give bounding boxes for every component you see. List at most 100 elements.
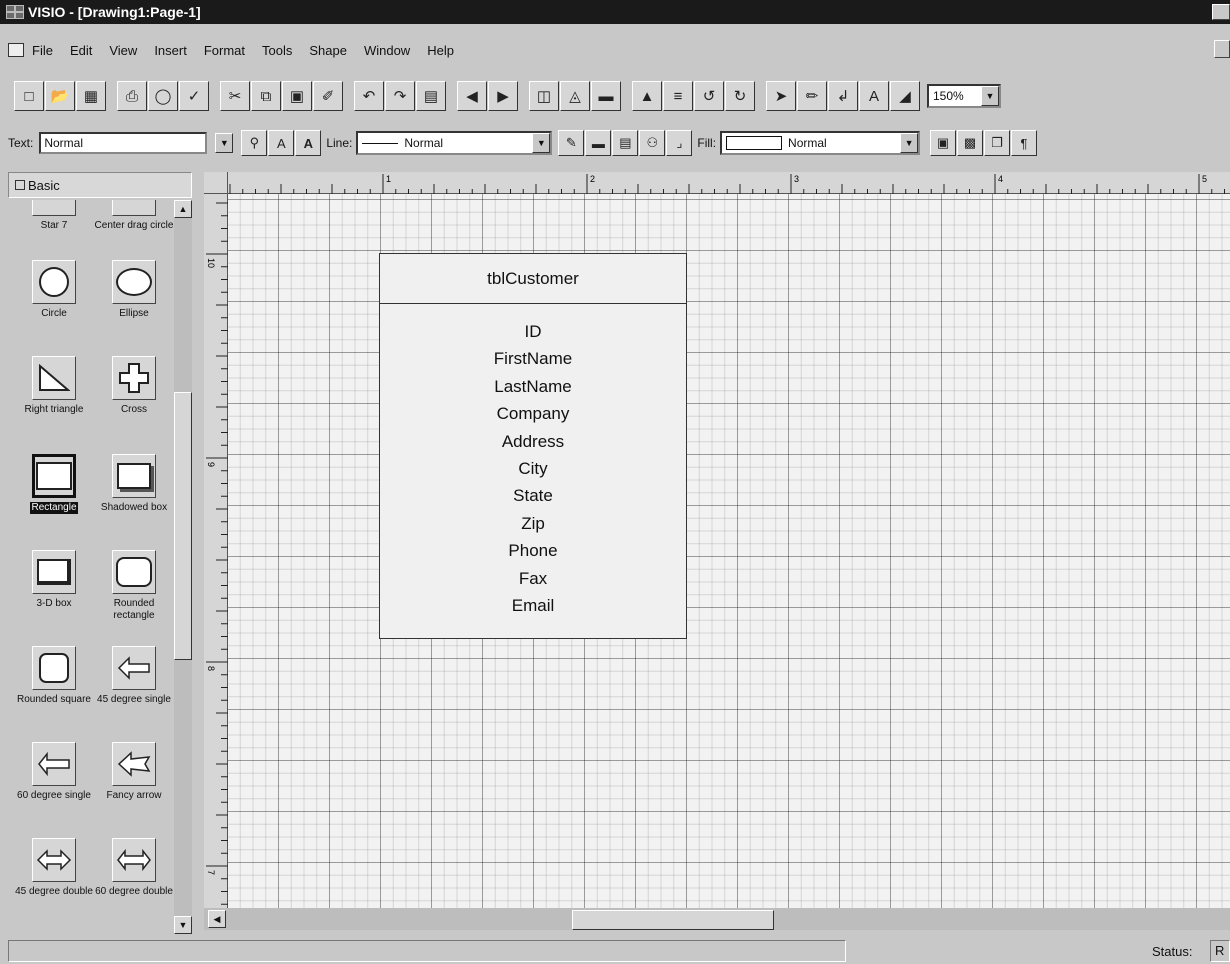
stencil-shape-center-drag-circle[interactable]: Center drag circle xyxy=(92,200,176,232)
stencil-shape-60-degree-double[interactable]: 60 degree double xyxy=(92,838,176,898)
ellipse-icon xyxy=(112,260,156,304)
ungroup-icon[interactable]: ◬ xyxy=(560,81,590,111)
menu-tools[interactable]: Tools xyxy=(260,42,294,59)
text-tool-icon[interactable]: A xyxy=(859,81,889,111)
scroll-up-icon[interactable]: ▲ xyxy=(174,200,192,218)
3d-box-icon xyxy=(32,550,76,594)
ruler-corner[interactable] xyxy=(204,172,228,194)
stencil-shape-60-degree-single[interactable]: 60 degree single xyxy=(12,742,96,802)
double-arrow-icon xyxy=(32,838,76,882)
stencil-shape-cross[interactable]: Cross xyxy=(92,356,176,416)
drawing-canvas[interactable]: tblCustomer ID FirstName LastName Compan… xyxy=(228,194,1230,908)
stencil-title[interactable]: Basic xyxy=(8,172,192,198)
star-icon: ✪ xyxy=(32,200,76,216)
undo-icon[interactable]: ↶ xyxy=(354,81,384,111)
print-preview-icon[interactable]: ◯ xyxy=(148,81,178,111)
right-triangle-icon xyxy=(32,356,76,400)
horizontal-scroll-thumb[interactable] xyxy=(572,910,774,930)
stencil-shape-rounded-rectangle[interactable]: Rounded rectangle xyxy=(92,550,176,622)
stencil-scrollbar[interactable]: ▲ ▼ xyxy=(174,200,192,934)
table-field: City xyxy=(518,459,548,479)
rotate-left-icon[interactable]: ↺ xyxy=(694,81,724,111)
menu-insert[interactable]: Insert xyxy=(152,42,189,59)
fill-pattern-icon[interactable]: ▩ xyxy=(957,130,984,156)
chevron-down-icon[interactable]: ▼ xyxy=(900,133,919,153)
flip-horizontal-icon[interactable]: ▲ xyxy=(632,81,662,111)
stencil-shape-ellipse[interactable]: Ellipse xyxy=(92,260,176,320)
stencil-scroll-thumb[interactable] xyxy=(174,392,192,660)
stencil-shape-label: 45 degree single xyxy=(97,694,171,705)
menu-format[interactable]: Format xyxy=(202,42,247,59)
format-painter-icon[interactable]: ✐ xyxy=(313,81,343,111)
decrease-font-icon[interactable]: A xyxy=(295,130,322,156)
stencil-shape-shadowed-box[interactable]: Shadowed box xyxy=(92,454,176,514)
stencil-shape-45-degree-single[interactable]: 45 degree single xyxy=(92,646,176,706)
table-shape-tblcustomer[interactable]: tblCustomer ID FirstName LastName Compan… xyxy=(379,253,687,639)
stencil-shape-rounded-square[interactable]: Rounded square xyxy=(12,646,96,706)
shadow-icon[interactable]: ❐ xyxy=(984,130,1011,156)
rounded-rectangle-icon xyxy=(112,550,156,594)
bring-to-front-icon[interactable]: ▬ xyxy=(591,81,621,111)
pointer-tool-icon[interactable]: ➤ xyxy=(766,81,796,111)
chevron-down-icon[interactable]: ▼ xyxy=(981,86,999,106)
text-format-icon[interactable]: ¶ xyxy=(1011,130,1038,156)
stencil-shape-3d-box[interactable]: 3-D box xyxy=(12,550,96,610)
stencil-shape-star-7[interactable]: ✪ Star 7 xyxy=(12,200,96,232)
stencil-shape-right-triangle[interactable]: Right triangle xyxy=(12,356,96,416)
redo-icon[interactable]: ↷ xyxy=(385,81,415,111)
stencil-shape-circle[interactable]: Circle xyxy=(12,260,96,320)
document-minimize-button[interactable] xyxy=(1214,40,1230,58)
corner-rounding-icon[interactable]: ⌟ xyxy=(666,130,693,156)
table-field: Zip xyxy=(521,513,545,533)
scroll-left-icon[interactable]: ◀ xyxy=(208,910,226,928)
menu-window[interactable]: Window xyxy=(362,42,412,59)
line-weight-icon[interactable]: ▬ xyxy=(585,130,612,156)
increase-font-icon[interactable]: A xyxy=(268,130,295,156)
menu-file[interactable]: File xyxy=(30,42,55,59)
line-style-select[interactable]: Normal ▼ xyxy=(356,131,553,155)
standard-toolbar: □ 📂 ▦ ⎙ ◯ ✓ ✂ ⧉ ▣ ✐ ↶ ↷ ▤ ◀ ▶ ◫ ◬ ▬ ▲ ≡ … xyxy=(0,78,1230,114)
title-bar: VISIO - [Drawing1:Page-1] xyxy=(0,0,1230,24)
chevron-down-icon[interactable]: ▼ xyxy=(532,133,551,153)
menu-edit[interactable]: Edit xyxy=(68,42,94,59)
line-pattern-icon[interactable]: ▤ xyxy=(612,130,639,156)
menu-shape[interactable]: Shape xyxy=(307,42,349,59)
text-style-select[interactable]: Normal ▼ xyxy=(37,131,234,155)
copy-icon[interactable]: ⧉ xyxy=(251,81,281,111)
insert-page-icon[interactable]: ▤ xyxy=(416,81,446,111)
stencil-shape-fancy-arrow[interactable]: Fancy arrow xyxy=(92,742,176,802)
line-color-icon[interactable]: ✎ xyxy=(558,130,585,156)
new-icon[interactable]: □ xyxy=(14,81,44,111)
spelling-icon[interactable]: ✓ xyxy=(179,81,209,111)
rotate-right-icon[interactable]: ↻ xyxy=(725,81,755,111)
stencil-shape-label: Star 7 xyxy=(40,220,68,231)
zoom-select[interactable]: 150% ▼ xyxy=(927,84,1001,108)
fill-style-select[interactable]: Normal ▼ xyxy=(720,131,921,155)
next-page-icon[interactable]: ▶ xyxy=(488,81,518,111)
open-icon[interactable]: 📂 xyxy=(45,81,75,111)
print-icon[interactable]: ⎙ xyxy=(117,81,147,111)
text-block-icon[interactable]: ⚲ xyxy=(241,130,268,156)
menu-view[interactable]: View xyxy=(107,42,139,59)
scroll-down-icon[interactable]: ▼ xyxy=(174,916,192,934)
align-icon[interactable]: ≡ xyxy=(663,81,693,111)
stencil-shape-rectangle[interactable]: Rectangle xyxy=(12,454,96,514)
document-icon[interactable] xyxy=(8,43,24,57)
horizontal-scrollbar[interactable]: ◀ xyxy=(204,908,1230,930)
fill-preview xyxy=(726,136,783,150)
connector-tool-icon[interactable]: ↲ xyxy=(828,81,858,111)
line-ends-icon[interactable]: ⚇ xyxy=(639,130,666,156)
minimize-button[interactable] xyxy=(1212,4,1230,20)
chevron-down-icon[interactable]: ▼ xyxy=(215,133,234,153)
pencil-tool-icon[interactable]: ✏ xyxy=(797,81,827,111)
previous-page-icon[interactable]: ◀ xyxy=(457,81,487,111)
cut-icon[interactable]: ✂ xyxy=(220,81,250,111)
group-icon[interactable]: ◫ xyxy=(529,81,559,111)
crop-tool-icon[interactable]: ◢ xyxy=(890,81,920,111)
menu-help[interactable]: Help xyxy=(425,42,456,59)
line-style-label: Line: xyxy=(326,136,353,150)
fill-color-icon[interactable]: ▣ xyxy=(930,130,957,156)
stencil-shape-45-degree-double[interactable]: 45 degree double xyxy=(12,838,96,898)
paste-icon[interactable]: ▣ xyxy=(282,81,312,111)
save-icon[interactable]: ▦ xyxy=(76,81,106,111)
